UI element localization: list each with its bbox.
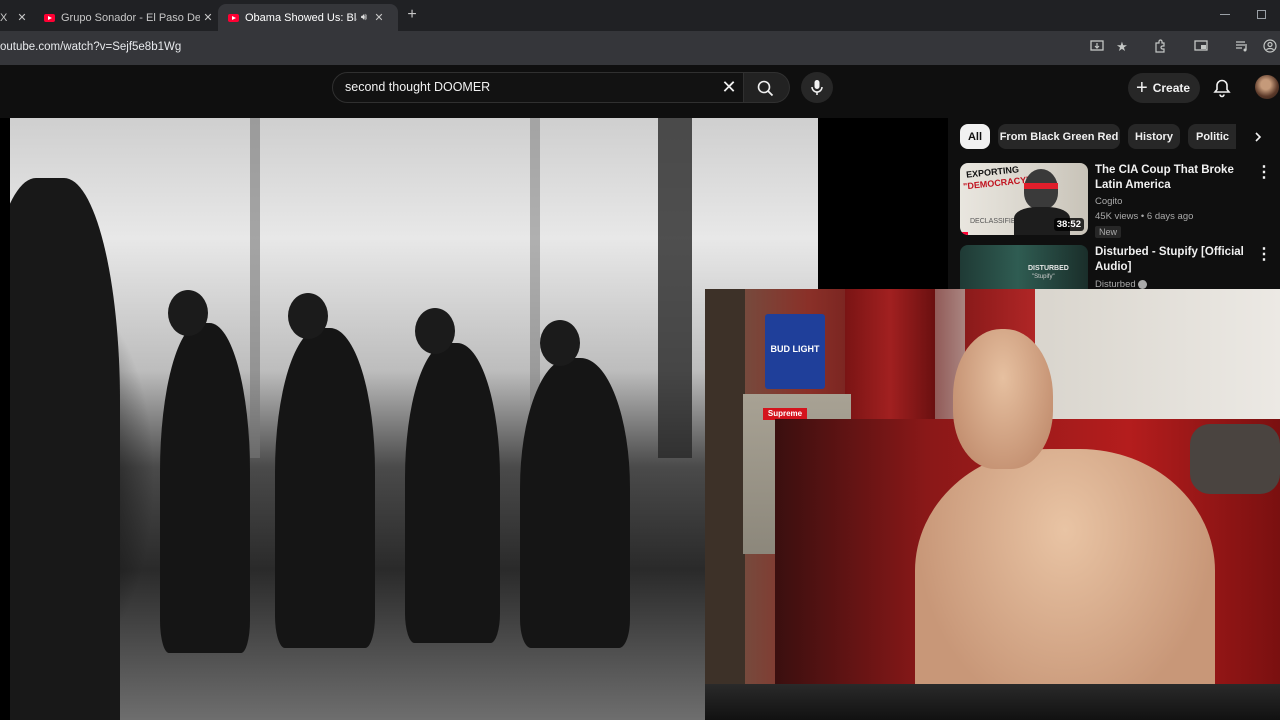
close-icon[interactable]: ✕ xyxy=(371,11,387,24)
thumb-text: "Stupify" xyxy=(1032,274,1055,280)
restore-icon[interactable] xyxy=(1257,10,1266,19)
duration-badge: 38:52 xyxy=(1053,218,1084,231)
foreground-figure xyxy=(10,178,120,720)
person-silhouette xyxy=(160,323,250,653)
video-frame[interactable] xyxy=(10,118,818,720)
close-icon[interactable]: ✕ xyxy=(200,11,216,24)
recommendation-item[interactable]: EXPORTING "DEMOCRACY" DECLASSIFIED 38:52… xyxy=(960,163,1280,241)
address-bar-row: outube.com/watch?v=Sejf5e8b1Wg ★ xyxy=(0,31,1280,65)
bookmark-star-icon[interactable]: ★ xyxy=(1114,39,1130,55)
person-silhouette xyxy=(275,328,375,648)
youtube-favicon-icon xyxy=(44,13,55,22)
thumb-text: DECLASSIFIED xyxy=(970,218,1021,225)
webcam-box-text: BUD LIGHT xyxy=(770,344,820,354)
webcam-person-torso xyxy=(915,449,1215,720)
install-app-icon[interactable] xyxy=(1089,39,1105,55)
webcam-box: BUD LIGHT xyxy=(765,314,825,389)
tab-grupo-sonador[interactable]: Grupo Sonador - El Paso Del Gu ✕ xyxy=(34,4,216,31)
profile-icon[interactable] xyxy=(1262,39,1278,55)
video-thumbnail[interactable]: DISTURBED "Stupify" xyxy=(960,245,1088,289)
search-button[interactable] xyxy=(744,72,790,103)
new-badge: New xyxy=(1095,226,1122,238)
webcam-shelf xyxy=(705,289,745,720)
window-pillar xyxy=(658,118,692,458)
browser-tab-strip: X ✕ Grupo Sonador - El Paso Del Gu ✕ Oba… xyxy=(0,0,1280,31)
speaker-icon[interactable]: 🔊︎ xyxy=(357,12,371,23)
url-text[interactable]: outube.com/watch?v=Sejf5e8b1Wg xyxy=(0,41,181,53)
video-title[interactable]: Disturbed - Stupify [Official Audio] xyxy=(1095,245,1247,275)
tab-partial-fragment: X xyxy=(0,11,8,24)
search-input[interactable] xyxy=(345,80,705,94)
close-icon[interactable]: ✕ xyxy=(14,11,30,24)
chip-politics[interactable]: Politic xyxy=(1188,124,1236,149)
channel-name[interactable]: Cogito xyxy=(1095,196,1122,207)
webcam-person-head xyxy=(953,329,1053,469)
video-title[interactable]: The CIA Coup That Broke Latin America xyxy=(1095,163,1247,193)
tab-title: Obama Showed Us: Black C xyxy=(245,11,357,24)
person-head xyxy=(540,320,580,366)
voice-search-button[interactable] xyxy=(801,72,833,103)
bell-icon[interactable] xyxy=(1212,78,1232,98)
tab-title: Grupo Sonador - El Paso Del Gu xyxy=(61,11,200,24)
channel-name[interactable]: Disturbed xyxy=(1095,279,1136,289)
cast-icon[interactable] xyxy=(1193,39,1209,55)
window-mullion xyxy=(250,118,260,458)
tab-obama-showed-us[interactable]: Obama Showed Us: Black C 🔊︎ ✕ xyxy=(218,4,398,31)
chip-all[interactable]: All xyxy=(960,124,990,149)
verified-icon xyxy=(1138,280,1147,289)
person-silhouette xyxy=(405,343,500,643)
create-button[interactable]: + Create xyxy=(1128,73,1200,103)
person-head xyxy=(168,290,208,336)
filter-chips: All From Black Green Red History Politic xyxy=(960,124,1280,150)
thumb-portrait xyxy=(1024,169,1058,209)
avatar[interactable] xyxy=(1255,75,1279,99)
thumb-text: DISTURBED xyxy=(1028,265,1069,272)
chevron-right-icon xyxy=(1255,132,1262,142)
mic-icon xyxy=(811,80,823,95)
tab-partial[interactable]: X ✕ xyxy=(0,4,30,31)
more-vert-icon[interactable]: ⋮ xyxy=(1256,165,1272,181)
chip-from-channel[interactable]: From Black Green Red xyxy=(998,124,1120,149)
extensions-icon[interactable] xyxy=(1152,39,1168,55)
minimize-icon[interactable] xyxy=(1220,14,1230,15)
close-icon[interactable]: ✕ xyxy=(721,77,737,97)
webcam-desk-edge xyxy=(705,684,1280,720)
youtube-favicon-icon xyxy=(228,13,239,22)
webcam-overlay: BUD LIGHT Supreme xyxy=(705,289,1280,720)
webcam-pillow xyxy=(1190,424,1280,494)
recommendation-item[interactable]: DISTURBED "Stupify" Disturbed - Stupify … xyxy=(960,245,1280,289)
person-head xyxy=(288,293,328,339)
person-head xyxy=(415,308,455,354)
chip-history[interactable]: History xyxy=(1128,124,1180,149)
new-tab-button[interactable]: + xyxy=(404,7,420,23)
media-controls-icon[interactable] xyxy=(1234,39,1250,55)
thumb-redaction-bar xyxy=(1024,183,1058,189)
create-label: Create xyxy=(1152,81,1191,95)
video-thumbnail[interactable]: EXPORTING "DEMOCRACY" DECLASSIFIED 38:52 xyxy=(960,163,1088,235)
person-silhouette xyxy=(520,358,630,648)
youtube-masthead: ✕ + Create xyxy=(0,65,1280,117)
video-meta: 45K views • 6 days ago xyxy=(1095,211,1194,222)
more-vert-icon[interactable]: ⋮ xyxy=(1256,247,1272,263)
watch-progress-bar xyxy=(960,232,968,235)
search-box[interactable] xyxy=(332,72,744,103)
search-icon xyxy=(757,80,774,97)
chip-scroll-right[interactable] xyxy=(1236,124,1280,150)
plus-icon: + xyxy=(1136,77,1148,99)
